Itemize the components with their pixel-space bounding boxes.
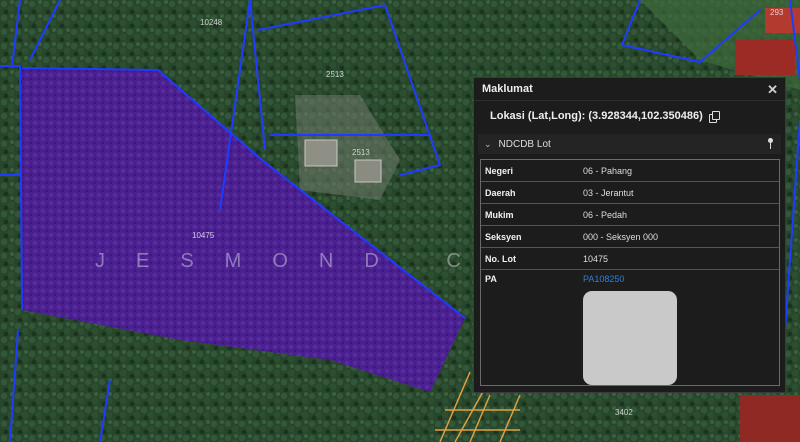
table-row: Mukim 06 - Pedah	[481, 204, 779, 226]
field-label: PA	[485, 274, 497, 284]
location-text: Lokasi (Lat,Long): (3.928344,102.350486)	[490, 110, 703, 122]
building	[735, 40, 795, 75]
parcel-label: 2513	[326, 70, 344, 79]
pa-link[interactable]: PA108250	[583, 274, 624, 284]
location-row: Lokasi (Lat,Long): (3.928344,102.350486)	[474, 101, 785, 131]
info-panel: Maklumat ✕ Lokasi (Lat,Long): (3.928344,…	[473, 77, 786, 393]
panel-header: Maklumat ✕	[474, 78, 785, 101]
close-icon[interactable]: ✕	[767, 83, 778, 96]
field-value: 06 - Pedah	[583, 209, 628, 220]
field-value: 10475	[583, 253, 609, 264]
building	[304, 139, 338, 167]
chevron-down-icon: ⌄	[484, 138, 492, 149]
table-row: Seksyen 000 - Seksyen 000	[481, 226, 779, 248]
table-row: Daerah 03 - Jerantut	[481, 182, 779, 204]
parcel-label: 2513	[352, 148, 370, 157]
table-row: No. Lot 10475	[481, 248, 779, 270]
field-value: 000 - Seksyen 000	[583, 231, 659, 242]
parcel-label: 3402	[615, 408, 633, 417]
building	[740, 395, 800, 442]
pin-icon[interactable]	[765, 138, 775, 150]
panel-title: Maklumat	[482, 83, 533, 95]
field-label: Negeri	[485, 165, 514, 176]
copy-icon[interactable]	[708, 110, 720, 123]
building	[354, 159, 382, 183]
attribute-table: Negeri 06 - Pahang Daerah 03 - Jerantut …	[480, 159, 780, 386]
field-label: Seksyen	[485, 231, 522, 242]
parcel-label: 10248	[200, 18, 223, 27]
lot-thumbnail[interactable]	[583, 291, 677, 385]
field-value: 03 - Jerantut	[583, 187, 634, 198]
table-row: PA PA108250	[481, 270, 779, 291]
parcel-label: 293	[770, 8, 784, 17]
field-label: Mukim	[485, 209, 514, 220]
field-label: No. Lot	[485, 253, 516, 264]
parcel-label: 10475	[192, 231, 215, 240]
section-title: NDCDB Lot	[498, 138, 551, 150]
table-row: Negeri 06 - Pahang	[481, 160, 779, 182]
field-value: 06 - Pahang	[583, 165, 633, 176]
field-label: Daerah	[485, 187, 516, 198]
section-ndcdb-lot[interactable]: ⌄ NDCDB Lot	[478, 134, 781, 154]
